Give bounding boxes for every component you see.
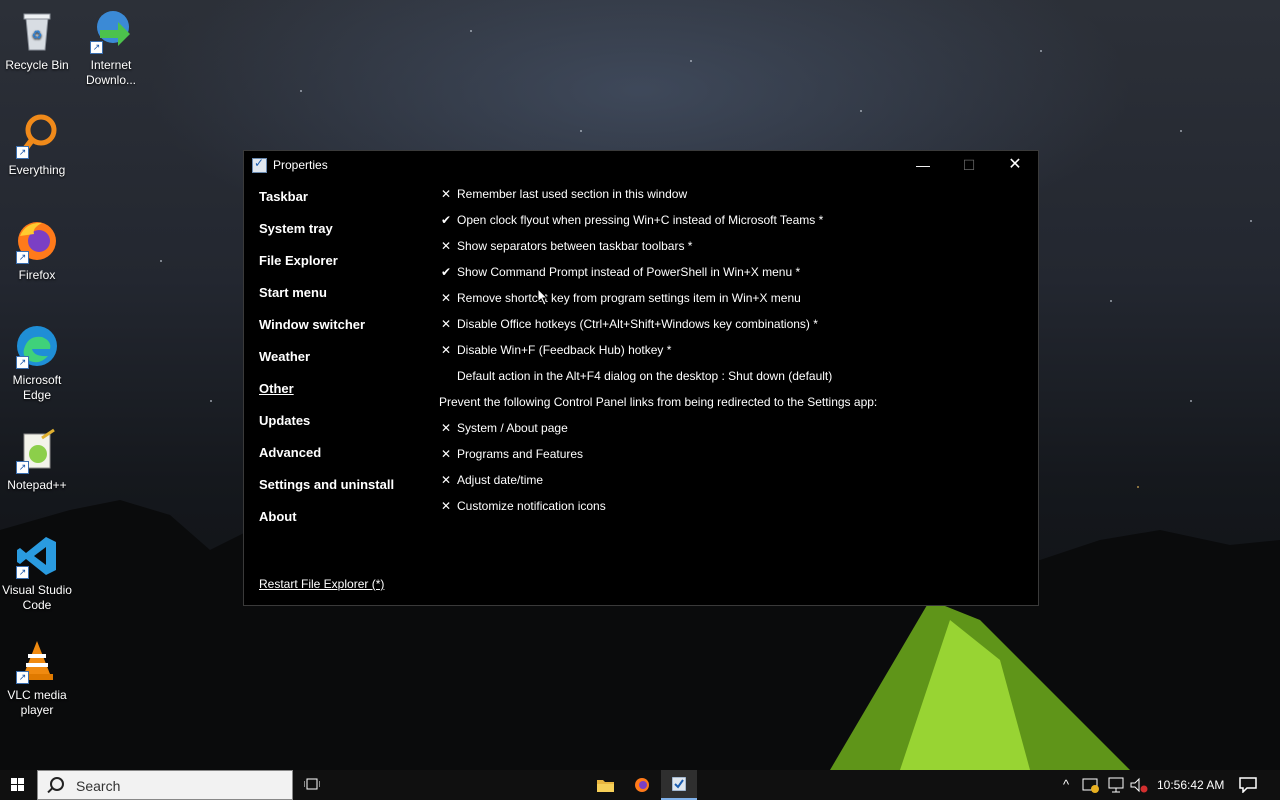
toggle-mark: ✔ <box>440 213 452 227</box>
window-title: Properties <box>273 158 328 172</box>
desktop-icon-label: VLC media player <box>7 688 67 717</box>
desktop-icon-notepadpp[interactable]: ↗ Notepad++ <box>0 428 74 493</box>
explorerpatcher-app-icon <box>252 156 267 173</box>
option-label: System / About page <box>457 421 568 435</box>
taskbar-properties-app[interactable] <box>661 770 697 800</box>
nav-item-about[interactable]: About <box>259 509 394 541</box>
desktop-icon-recycle-bin[interactable]: ♻ Recycle Bin <box>0 8 74 73</box>
option-label: Customize notification icons <box>457 499 606 513</box>
toggle-mark: ✕ <box>440 473 452 487</box>
desktop-icon-label: Microsoft Edge <box>12 373 62 402</box>
option-label: Default action in the Alt+F4 dialog on t… <box>457 369 833 383</box>
firefox-icon <box>635 778 649 792</box>
section-nav: Taskbar System tray File Explorer Start … <box>259 189 394 541</box>
maximize-button[interactable]: ☐ <box>946 151 992 179</box>
volume-muted-icon[interactable] <box>1130 777 1148 793</box>
search-icon <box>50 777 64 791</box>
shortcut-arrow-icon: ↗ <box>90 41 103 54</box>
nav-item-advanced[interactable]: Advanced <box>259 445 394 477</box>
toggle-mark: ✕ <box>440 317 452 331</box>
desktop-icon-everything[interactable]: ↗ Everything <box>0 113 74 178</box>
notifications-icon[interactable] <box>1239 777 1257 793</box>
option-label: Show Command Prompt instead of PowerShel… <box>457 265 801 279</box>
vscode-icon: ↗ <box>14 533 60 579</box>
option-label: Remember last used section in this windo… <box>457 187 688 201</box>
explorerpatcher-app-icon <box>672 777 686 791</box>
section-heading: Prevent the following Control Panel link… <box>439 395 878 409</box>
toggle-mark: ✕ <box>440 343 452 357</box>
shortcut-arrow-icon: ↗ <box>16 251 29 264</box>
windows-logo-icon <box>11 778 25 792</box>
file-explorer-icon <box>597 780 614 792</box>
taskbar-search-box[interactable]: Search <box>37 770 293 800</box>
nav-item-start-menu[interactable]: Start menu <box>259 285 394 317</box>
desktop-icon-internet-download-manager[interactable]: ↗ Internet Downlo... <box>74 8 148 88</box>
toggle-mark: ✕ <box>440 421 452 435</box>
option-label: Show separators between taskbar toolbars… <box>457 239 693 253</box>
shortcut-arrow-icon: ↗ <box>16 671 29 684</box>
nav-item-window-switcher[interactable]: Window switcher <box>259 317 394 349</box>
shortcut-arrow-icon: ↗ <box>16 461 29 474</box>
recycle-bin-icon: ♻ <box>14 8 60 54</box>
option-label: Disable Win+F (Feedback Hub) hotkey * <box>457 343 672 357</box>
svg-text:♻: ♻ <box>32 28 43 42</box>
task-view-icon[interactable] <box>304 777 320 791</box>
taskbar-firefox[interactable] <box>624 770 660 800</box>
desktop-icon-label: Notepad++ <box>7 478 67 492</box>
desktop-icon-vlc[interactable]: ↗ VLC media player <box>0 638 74 718</box>
desktop-icon-edge[interactable]: ↗ Microsoft Edge <box>0 323 74 403</box>
minimize-button[interactable]: — <box>900 151 946 179</box>
taskbar-clock[interactable]: 10:56:42 AM <box>1157 778 1224 792</box>
internet-download-manager-icon: ↗ <box>88 8 134 54</box>
toggle-mark: ✕ <box>440 239 452 253</box>
properties-window: Properties — ☐ ✕ Taskbar System tray Fil… <box>243 150 1039 606</box>
desktop-icon-label: Visual Studio Code <box>2 583 72 612</box>
toggle-mark: ✕ <box>440 499 452 513</box>
nav-item-weather[interactable]: Weather <box>259 349 394 381</box>
window-titlebar[interactable]: Properties — ☐ ✕ <box>244 151 1038 179</box>
show-hidden-icons-chevron[interactable]: ^ <box>1058 777 1074 793</box>
shortcut-arrow-icon: ↗ <box>16 356 29 369</box>
firefox-icon: ↗ <box>14 218 60 264</box>
restart-file-explorer-link[interactable]: Restart File Explorer (*) <box>259 577 384 591</box>
shortcut-arrow-icon: ↗ <box>16 146 29 159</box>
edge-icon: ↗ <box>14 323 60 369</box>
mouse-cursor-icon <box>537 288 549 306</box>
nav-item-taskbar[interactable]: Taskbar <box>259 189 394 221</box>
toggle-mark: ✔ <box>440 265 452 279</box>
nav-item-system-tray[interactable]: System tray <box>259 221 394 253</box>
vlc-icon: ↗ <box>14 638 60 684</box>
taskbar-file-explorer[interactable] <box>587 770 623 800</box>
notepadpp-icon: ↗ <box>14 428 60 474</box>
desktop-icon-label: Everything <box>8 163 66 177</box>
shortcut-arrow-icon: ↗ <box>16 566 29 579</box>
windows-security-icon[interactable] <box>1082 777 1100 793</box>
nav-item-settings-and-uninstall[interactable]: Settings and uninstall <box>259 477 394 509</box>
start-button[interactable] <box>0 770 36 800</box>
option-label: Open clock flyout when pressing Win+C in… <box>457 213 824 227</box>
toggle-mark: ✕ <box>440 291 452 305</box>
option-label: Adjust date/time <box>457 473 544 487</box>
desktop-icon-firefox[interactable]: ↗ Firefox <box>0 218 74 283</box>
search-placeholder: Search <box>76 778 121 794</box>
toggle-mark: ✕ <box>440 447 452 461</box>
close-button[interactable]: ✕ <box>992 151 1038 179</box>
nav-item-other[interactable]: Other <box>259 381 394 413</box>
desktop-icon-label: Internet Downlo... <box>85 58 137 87</box>
option-label: Disable Office hotkeys (Ctrl+Alt+Shift+W… <box>457 317 818 331</box>
desktop-icon-label: Recycle Bin <box>5 58 69 72</box>
option-label: Programs and Features <box>457 447 584 461</box>
desktop-icon-label: Firefox <box>18 268 56 282</box>
toggle-mark: ✕ <box>440 187 452 201</box>
option-label: Remove shortcut key from program setting… <box>457 291 801 305</box>
nav-item-file-explorer[interactable]: File Explorer <box>259 253 394 285</box>
everything-search-icon: ↗ <box>14 113 60 159</box>
desktop-icon-vscode[interactable]: ↗ Visual Studio Code <box>0 533 74 613</box>
taskbar: Search ^ 10:56:42 AM <box>0 770 1280 800</box>
network-icon[interactable] <box>1107 777 1125 793</box>
nav-item-updates[interactable]: Updates <box>259 413 394 445</box>
